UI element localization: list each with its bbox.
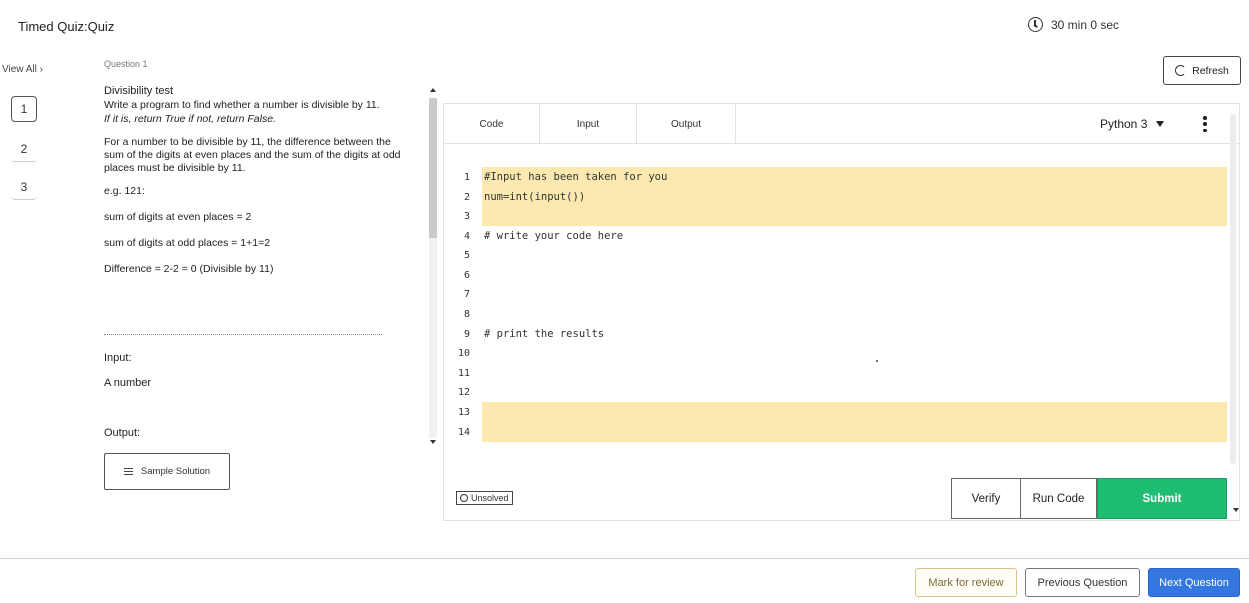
input-label: Input: xyxy=(104,352,132,364)
tab-code[interactable]: Code xyxy=(444,104,540,144)
sample-solution-button[interactable]: Sample Solution xyxy=(104,453,230,490)
refresh-button[interactable]: Refresh xyxy=(1163,56,1241,85)
previous-question-button[interactable]: Previous Question xyxy=(1025,568,1140,597)
question-scrollbar[interactable] xyxy=(426,88,440,448)
code-line[interactable]: 1 #Input has been taken for you xyxy=(444,167,1228,187)
language-label: Python 3 xyxy=(1100,117,1148,131)
scroll-up-arrow-icon[interactable] xyxy=(430,88,436,92)
code-text: # write your code here xyxy=(484,230,624,242)
refresh-label: Refresh xyxy=(1192,64,1229,77)
submit-button[interactable]: Submit xyxy=(1097,478,1227,519)
question-number-label: Question 1 xyxy=(104,59,148,69)
question-nav-3[interactable]: 3 xyxy=(11,174,37,200)
line-number: 2 xyxy=(463,191,470,203)
scroll-thumb[interactable] xyxy=(429,98,437,238)
timer-icon xyxy=(1028,17,1043,32)
more-options-icon[interactable] xyxy=(1203,116,1207,132)
line-number: 9 xyxy=(463,328,470,340)
scroll-down-arrow-icon[interactable] xyxy=(1233,508,1239,512)
line-number: 1 xyxy=(463,171,470,183)
cursor-dot xyxy=(876,360,878,362)
line-number: 5 xyxy=(463,249,470,261)
line-number: 7 xyxy=(463,288,470,300)
language-select[interactable]: Python 3 xyxy=(1100,117,1165,131)
line-number: 8 xyxy=(463,308,470,320)
code-line[interactable]: 2 num=int(input()) xyxy=(444,187,1228,207)
verify-button[interactable]: Verify xyxy=(951,478,1021,519)
scroll-down-arrow-icon[interactable] xyxy=(430,440,436,444)
code-editor: Code Input Output Python 3 1 #Input has b… xyxy=(443,103,1240,521)
code-text: num=int(input()) xyxy=(484,191,586,203)
line-number: 6 xyxy=(463,269,470,281)
input-description: A number xyxy=(104,377,152,389)
status-text: Unsolved xyxy=(471,493,509,503)
output-label: Output: xyxy=(104,427,141,439)
top-bar: Timed Quiz:Quiz 30 min 0 sec xyxy=(0,0,1249,52)
mark-for-review-button[interactable]: Mark for review xyxy=(915,568,1017,597)
question-nav-2[interactable]: 2 xyxy=(11,136,37,162)
chevron-down-icon xyxy=(1156,121,1165,127)
difference-text: Difference = 2-2 = 0 (Divisible by 11) xyxy=(104,263,274,275)
line-number: 11 xyxy=(457,367,470,379)
status-circle-icon xyxy=(460,494,468,502)
example-heading: e.g. 121: xyxy=(104,185,145,197)
code-line[interactable]: 8 xyxy=(444,304,1228,324)
question-title: Divisibility test xyxy=(104,85,174,97)
tab-output[interactable]: Output xyxy=(637,104,736,144)
code-line[interactable]: 14 xyxy=(444,422,1228,442)
code-line[interactable]: 5 xyxy=(444,245,1228,265)
list-icon xyxy=(123,468,133,475)
refresh-icon xyxy=(1175,65,1187,76)
sample-solution-label: Sample Solution xyxy=(140,466,211,477)
status-badge: Unsolved xyxy=(456,491,513,505)
question-rule: For a number to be divisible by 11, the … xyxy=(104,136,401,174)
code-line[interactable]: 10 xyxy=(444,343,1228,363)
quiz-timer: 30 min 0 sec xyxy=(1028,17,1119,32)
view-all-link[interactable]: View All › xyxy=(2,64,43,75)
line-number: 10 xyxy=(457,347,470,359)
code-area[interactable]: 1 #Input has been taken for you 2 num=int(… xyxy=(444,164,1228,464)
tab-input[interactable]: Input xyxy=(540,104,637,144)
editor-scrollbar[interactable] xyxy=(1228,108,1238,473)
code-line[interactable]: 11 xyxy=(444,363,1228,383)
page-title: Timed Quiz:Quiz xyxy=(18,19,115,34)
code-line[interactable]: 7 xyxy=(444,284,1228,304)
code-line[interactable]: 9 # print the results xyxy=(444,324,1228,344)
question-prompt-line-2: If it is, return True if not, return Fal… xyxy=(104,113,276,125)
code-line[interactable]: 4 # write your code here xyxy=(444,226,1228,246)
line-number: 14 xyxy=(457,426,470,438)
question-panel: Question 1 Divisibility test Write a pro… xyxy=(104,58,414,277)
line-number: 3 xyxy=(463,210,470,222)
line-number: 12 xyxy=(457,386,470,398)
next-question-button[interactable]: Next Question xyxy=(1148,568,1240,597)
question-prompt-line-1: Write a program to find whether a number… xyxy=(104,99,380,111)
run-code-button[interactable]: Run Code xyxy=(1021,478,1097,519)
question-nav-1[interactable]: 1 xyxy=(11,96,37,122)
code-line[interactable]: 3 xyxy=(444,206,1228,226)
line-number: 4 xyxy=(463,230,470,242)
editor-tabs: Code Input Output Python 3 xyxy=(444,104,1240,144)
even-sum-text: sum of digits at even places = 2 xyxy=(104,211,252,223)
code-text: #Input has been taken for you xyxy=(484,171,668,183)
footer-divider xyxy=(0,558,1249,559)
timer-text: 30 min 0 sec xyxy=(1051,17,1120,32)
code-line[interactable]: 13 xyxy=(444,402,1228,422)
code-line[interactable]: 12 xyxy=(444,382,1228,402)
code-line[interactable]: 6 xyxy=(444,265,1228,285)
code-text: # print the results xyxy=(484,328,605,340)
odd-sum-text: sum of digits at odd places = 1+1=2 xyxy=(104,237,271,249)
line-number: 13 xyxy=(457,406,470,418)
section-divider xyxy=(104,334,382,335)
editor-actions: Verify Run Code Submit xyxy=(951,478,1227,519)
